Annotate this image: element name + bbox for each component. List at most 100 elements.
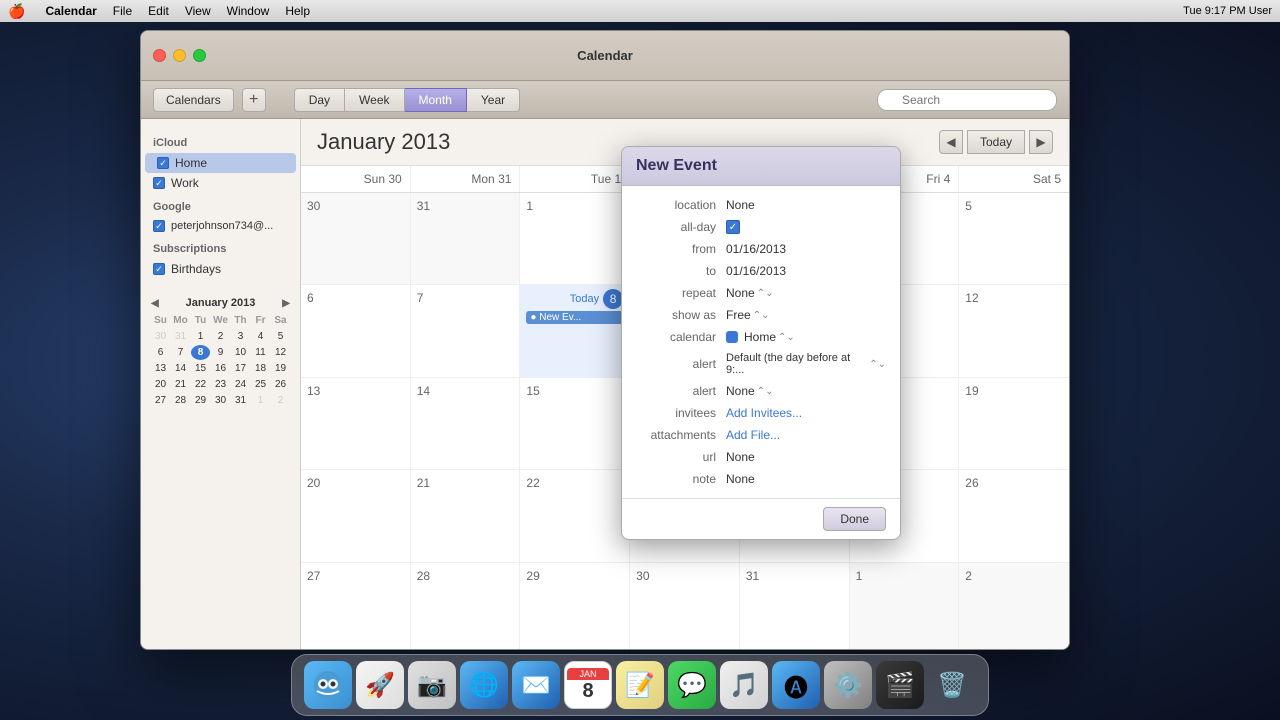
- cal-cell-13[interactable]: 13: [301, 378, 411, 469]
- maximize-button[interactable]: [193, 49, 206, 62]
- dock-photos[interactable]: 📷: [408, 661, 456, 709]
- menu-help[interactable]: Help: [285, 4, 310, 18]
- dock-itunes[interactable]: 🎵: [720, 661, 768, 709]
- popover-invitees-row: invitees Add Invitees...: [622, 402, 900, 424]
- cal-cell-31b[interactable]: 31: [740, 563, 850, 649]
- view-tabs: Day Week Month Year: [294, 88, 520, 112]
- google-email-label: peterjohnson734@...: [171, 220, 273, 232]
- dock-calendar[interactable]: JAN 8: [564, 661, 612, 709]
- mini-cal-today[interactable]: 8: [191, 345, 210, 360]
- cal-cell-15[interactable]: 15: [520, 378, 630, 469]
- to-value[interactable]: 01/16/2013: [726, 264, 886, 278]
- cal-cell-31[interactable]: 31: [411, 193, 521, 284]
- new-event-chip[interactable]: ● New Ev...: [526, 311, 623, 324]
- apple-menu[interactable]: 🍎: [8, 3, 25, 20]
- add-invitees-link[interactable]: Add Invitees...: [726, 406, 802, 420]
- cal-cell-feb1[interactable]: 1: [850, 563, 960, 649]
- cal-cell-1[interactable]: 1: [520, 193, 630, 284]
- cal-cell-feb2[interactable]: 2: [959, 563, 1069, 649]
- done-button[interactable]: Done: [823, 507, 886, 531]
- repeat-stepper[interactable]: ⌃⌄: [757, 288, 774, 299]
- dock-launchpad[interactable]: 🚀: [356, 661, 404, 709]
- dock-safari[interactable]: 🌐: [460, 661, 508, 709]
- cal-cell-29[interactable]: 29: [520, 563, 630, 649]
- cal-cell-21[interactable]: 21: [411, 470, 521, 561]
- alert2-select[interactable]: None ⌃⌄: [726, 384, 773, 398]
- dock-dvdplayer[interactable]: 🎬: [876, 661, 924, 709]
- cal-cell-30[interactable]: 30: [301, 193, 411, 284]
- cal-cell-8-today[interactable]: Today 8 ● New Ev...: [520, 285, 630, 376]
- menu-file[interactable]: File: [113, 4, 132, 18]
- menu-calendar[interactable]: Calendar: [45, 4, 96, 18]
- alert1-stepper[interactable]: ⌃⌄: [869, 359, 886, 370]
- dock-mail[interactable]: ✉️: [512, 661, 560, 709]
- tab-year[interactable]: Year: [467, 88, 520, 112]
- birthdays-label: Birthdays: [171, 262, 221, 276]
- menu-view[interactable]: View: [185, 4, 211, 18]
- url-label: url: [636, 450, 716, 464]
- dock-finder[interactable]: [304, 661, 352, 709]
- cal-cell-5[interactable]: 5: [959, 193, 1069, 284]
- sidebar-item-birthdays[interactable]: ✓ Birthdays: [141, 259, 300, 279]
- col-tue: Tue 1: [520, 166, 630, 192]
- show-as-select[interactable]: Free ⌃⌄: [726, 308, 769, 322]
- dock-trash[interactable]: 🗑️: [928, 661, 976, 709]
- calendar-select[interactable]: Home ⌃⌄: [726, 330, 795, 344]
- cal-cell-26[interactable]: 26: [959, 470, 1069, 561]
- mini-cal-next[interactable]: ▶: [282, 298, 290, 309]
- cal-cell-20[interactable]: 20: [301, 470, 411, 561]
- menubar-right: Tue 9:17 PM User: [1183, 5, 1272, 17]
- cal-cell-27[interactable]: 27: [301, 563, 411, 649]
- minimize-button[interactable]: [173, 49, 186, 62]
- repeat-select[interactable]: None ⌃⌄: [726, 286, 773, 300]
- tab-week[interactable]: Week: [345, 88, 404, 112]
- cal-next-button[interactable]: ▶: [1029, 130, 1053, 154]
- home-checkbox[interactable]: ✓: [157, 157, 169, 169]
- cal-cell-28[interactable]: 28: [411, 563, 521, 649]
- menu-edit[interactable]: Edit: [148, 4, 169, 18]
- add-calendar-button[interactable]: +: [242, 88, 266, 112]
- menu-window[interactable]: Window: [227, 4, 270, 18]
- cal-cell-6[interactable]: 6: [301, 285, 411, 376]
- search-input[interactable]: [877, 89, 1057, 111]
- popover-repeat-row: repeat None ⌃⌄: [622, 282, 900, 304]
- toolbar: Calendars + Day Week Month Year 🔍: [141, 81, 1069, 119]
- mini-cal-prev[interactable]: ◀: [151, 298, 159, 309]
- dock-stickies[interactable]: 📝: [616, 661, 664, 709]
- cal-cell-30b[interactable]: 30: [630, 563, 740, 649]
- all-day-checkbox[interactable]: ✓: [726, 220, 740, 234]
- show-as-stepper[interactable]: ⌃⌄: [753, 310, 770, 321]
- url-value[interactable]: None: [726, 450, 886, 464]
- tab-month[interactable]: Month: [405, 88, 467, 112]
- alert1-select[interactable]: Default (the day before at 9:... ⌃⌄: [726, 352, 886, 376]
- google-checkbox[interactable]: ✓: [153, 220, 165, 232]
- from-value[interactable]: 01/16/2013: [726, 242, 886, 256]
- sidebar-item-work[interactable]: ✓ Work: [141, 173, 300, 193]
- alert2-stepper[interactable]: ⌃⌄: [757, 386, 774, 397]
- calendar-stepper[interactable]: ⌃⌄: [778, 332, 795, 343]
- tab-day[interactable]: Day: [294, 88, 345, 112]
- cal-cell-12[interactable]: 12: [959, 285, 1069, 376]
- cal-prev-button[interactable]: ◀: [939, 130, 963, 154]
- sidebar-item-google[interactable]: ✓ peterjohnson734@...: [141, 217, 300, 235]
- sidebar: iCloud ✓ Home ✓ Work Google ✓ peterjohns…: [141, 119, 301, 649]
- birthdays-checkbox[interactable]: ✓: [153, 263, 165, 275]
- note-value[interactable]: None: [726, 472, 886, 486]
- popover-attachments-row: attachments Add File...: [622, 424, 900, 446]
- sidebar-item-home[interactable]: ✓ Home: [145, 153, 296, 173]
- today-label: Today: [570, 293, 599, 305]
- dock-appstore[interactable]: 🅐: [772, 661, 820, 709]
- cal-cell-7[interactable]: 7: [411, 285, 521, 376]
- location-value[interactable]: None: [726, 198, 886, 212]
- calendars-button[interactable]: Calendars: [153, 88, 234, 112]
- cal-cell-19[interactable]: 19: [959, 378, 1069, 469]
- close-button[interactable]: [153, 49, 166, 62]
- cal-today-button[interactable]: Today: [967, 130, 1025, 154]
- cal-cell-22[interactable]: 22: [520, 470, 630, 561]
- work-checkbox[interactable]: ✓: [153, 177, 165, 189]
- mini-cal-grid: Su Mo Tu We Th Fr Sa 30 31 1 2 3 4: [151, 313, 290, 408]
- add-file-link[interactable]: Add File...: [726, 428, 780, 442]
- cal-cell-14[interactable]: 14: [411, 378, 521, 469]
- dock-messages[interactable]: 💬: [668, 661, 716, 709]
- dock-systemprefs[interactable]: ⚙️: [824, 661, 872, 709]
